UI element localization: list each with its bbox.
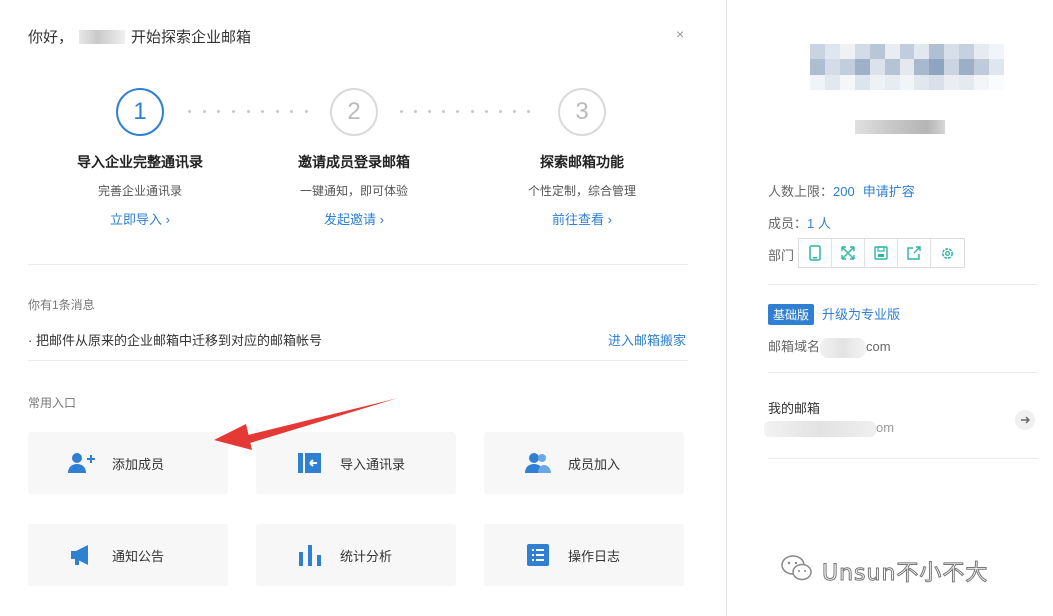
announcement-tile[interactable]: 通知公告 (28, 524, 228, 586)
import-contacts-icon (296, 449, 324, 477)
my-mailbox-address[interactable]: om (764, 420, 894, 437)
step-title: 邀请成员登录邮箱 (298, 154, 410, 170)
divider (768, 372, 1038, 373)
expand-icon[interactable] (832, 239, 865, 267)
tile-label: 操作日志 (568, 548, 621, 564)
tile-label: 添加成员 (112, 456, 165, 472)
save-icon[interactable] (865, 239, 898, 267)
operation-log-tile[interactable]: 操作日志 (484, 524, 684, 586)
edition-badge: 基础版 (768, 304, 815, 325)
mailbox-suffix: om (876, 420, 895, 435)
domain-suffix: com (866, 339, 891, 354)
settings-icon[interactable] (931, 239, 964, 267)
share-icon[interactable] (898, 239, 931, 267)
step-number: 2 (330, 88, 378, 136)
company-logo-redacted (810, 44, 1004, 90)
greeting-prefix: 你好， (28, 29, 74, 46)
edition-row: 基础版 升级为专业版 (768, 304, 900, 325)
department-label: 部门 (768, 248, 795, 263)
my-mailbox-label: 我的邮箱 (768, 401, 821, 416)
step-import: 1 导入企业完整通讯录 完善企业通讯录 立即导入 › (30, 88, 250, 228)
step-desc: 一键通知，即可体验 (299, 184, 408, 198)
tile-label: 成员加入 (568, 456, 621, 472)
tile-label: 统计分析 (340, 548, 393, 564)
step-number: 3 (558, 88, 606, 136)
step-title: 探索邮箱功能 (540, 154, 624, 170)
message-text: · 把邮件从原来的企业邮箱中迁移到对应的邮箱帐号 (28, 333, 322, 348)
go-explore-link[interactable]: 前往查看 › (472, 209, 692, 228)
step-number: 1 (116, 88, 164, 136)
divider (768, 458, 1038, 459)
member-limit: 人数上限：200 申请扩容 (768, 184, 915, 199)
step-explore: 3 探索邮箱功能 个性定制，综合管理 前往查看 › (472, 88, 692, 228)
arrow-right-icon[interactable] (1015, 410, 1035, 430)
divider (28, 360, 688, 361)
member-count: 成员：1 人 (768, 216, 831, 231)
divider (28, 264, 688, 265)
watermark-text: Unsun不小不大 (821, 561, 989, 587)
step-title: 导入企业完整通讯录 (77, 154, 203, 170)
apply-expansion-link[interactable]: 申请扩容 (863, 184, 915, 199)
mobile-icon[interactable] (799, 239, 832, 267)
upgrade-link[interactable]: 升级为专业版 (822, 307, 900, 322)
tile-label: 导入通讯录 (340, 456, 406, 472)
entries-header: 常用入口 (28, 396, 77, 410)
sidebar: 人数上限：200 申请扩容 成员：1 人 部门 基础版 升级为专业版 邮箱域名 com… (728, 0, 1053, 616)
divider (768, 284, 1038, 285)
members-join-tile[interactable]: 成员加入 (484, 432, 684, 494)
greeting: 你好， 开始探索企业邮箱 (28, 26, 251, 47)
onboarding-steps: 1 导入企业完整通讯录 完善企业通讯录 立即导入 › 2 邀请成员登录邮箱 一键… (28, 88, 688, 228)
add-member-tile[interactable]: 添加成员 (28, 432, 228, 494)
wechat-icon (780, 554, 814, 588)
watermark: Unsun不小不大 (780, 554, 988, 588)
megaphone-icon (68, 541, 96, 569)
greeting-suffix: 开始探索企业邮箱 (131, 29, 252, 46)
import-contacts-tile[interactable]: 导入通讯录 (256, 432, 456, 494)
mailbox-redacted (764, 420, 876, 437)
send-invite-link[interactable]: 发起邀请 › (244, 209, 464, 228)
messages-header: 你有1条消息 (28, 298, 95, 312)
add-user-icon (68, 449, 96, 477)
statistics-tile[interactable]: 统计分析 (256, 524, 456, 586)
member-count-value[interactable]: 1 人 (807, 216, 831, 231)
welcome-panel: 你好， 开始探索企业邮箱 × 1 导入企业完整通讯录 完善企业通讯录 立即导入 … (0, 0, 727, 616)
user-name-redacted (79, 29, 126, 44)
import-now-link[interactable]: 立即导入 › (30, 209, 250, 228)
domain-redacted (820, 337, 867, 358)
company-name-redacted (855, 120, 945, 134)
tile-label: 通知公告 (112, 548, 165, 564)
department-toolbar (798, 238, 965, 268)
step-desc: 个性定制，综合管理 (527, 184, 636, 198)
close-button[interactable]: × (676, 26, 684, 42)
step-desc: 完善企业通讯录 (97, 184, 182, 198)
member-limit-value: 200 (833, 184, 855, 199)
log-list-icon (524, 541, 552, 569)
bar-chart-icon (296, 541, 324, 569)
step-invite: 2 邀请成员登录邮箱 一键通知，即可体验 发起邀请 › (244, 88, 464, 228)
mail-migration-link[interactable]: 进入邮箱搬家 (608, 330, 686, 349)
members-join-icon (524, 449, 552, 477)
domain-row: 邮箱域名 com (768, 336, 891, 358)
